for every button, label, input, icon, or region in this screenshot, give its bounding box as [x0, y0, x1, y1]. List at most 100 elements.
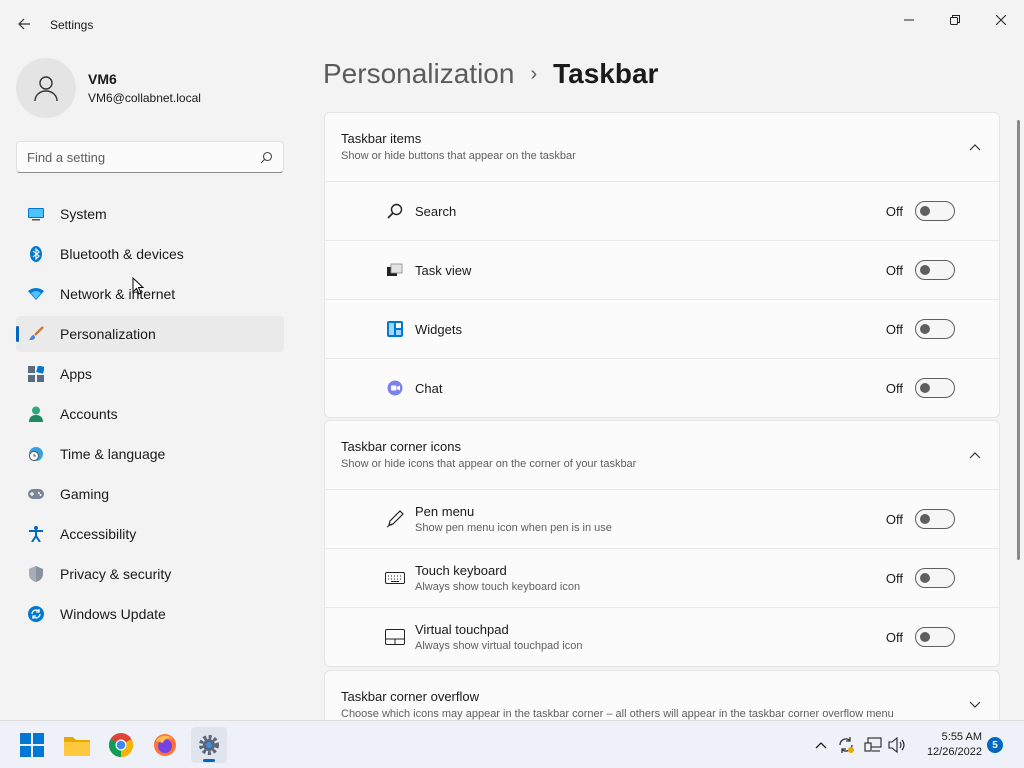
sidebar-item-network[interactable]: Network & internet — [16, 276, 284, 312]
chevron-down-icon[interactable] — [967, 697, 983, 713]
volume-tray-icon[interactable] — [887, 735, 907, 755]
sidebar-item-label: Apps — [60, 366, 92, 382]
clock[interactable]: 5:55 AM 12/26/2022 — [912, 730, 982, 760]
toggle-state-label: Off — [885, 570, 903, 586]
setting-row-chat: Chat Off — [325, 358, 999, 417]
firefox-icon — [154, 734, 176, 756]
sidebar-item-privacy[interactable]: Privacy & security — [16, 556, 284, 592]
sidebar-item-label: Windows Update — [60, 606, 166, 622]
sidebar-item-label: Gaming — [60, 486, 110, 502]
touch-keyboard-toggle[interactable] — [915, 568, 955, 588]
avatar — [16, 58, 76, 118]
group-description: Show or hide icons that appear on the co… — [341, 458, 637, 470]
sidebar-item-accessibility[interactable]: Accessibility — [16, 516, 284, 552]
shield-icon — [28, 566, 44, 582]
start-button[interactable] — [14, 727, 50, 763]
task-view-toggle[interactable] — [915, 260, 955, 280]
row-subtitle: Always show touch keyboard icon — [415, 581, 581, 593]
corner-icons-group: Taskbar corner icons Show or hide icons … — [324, 420, 1000, 667]
mouse-cursor-icon — [132, 277, 144, 295]
accessibility-icon — [28, 526, 44, 542]
settings-taskbar-button[interactable] — [191, 727, 227, 763]
minimize-icon — [904, 19, 914, 21]
row-subtitle: Show pen menu icon when pen is in use — [415, 522, 612, 534]
pen-menu-toggle[interactable] — [915, 509, 955, 529]
user-profile[interactable]: VM6 VM6@collabnet.local — [16, 58, 201, 118]
search-input[interactable] — [27, 149, 260, 165]
search-box[interactable] — [16, 141, 284, 173]
corner-overflow-header[interactable]: Taskbar corner overflow Choose which ico… — [325, 671, 999, 726]
chat-toggle[interactable] — [915, 378, 955, 398]
speaker-icon — [888, 737, 905, 753]
search-icon — [385, 201, 405, 221]
widgets-toggle[interactable] — [915, 319, 955, 339]
page-title: Taskbar — [553, 58, 659, 89]
scrollbar[interactable] — [1017, 120, 1020, 560]
file-explorer-button[interactable] — [59, 727, 95, 763]
sidebar-item-time-language[interactable]: Time & language — [16, 436, 284, 472]
back-button[interactable] — [10, 10, 38, 38]
group-description: Choose which icons may appear in the tas… — [341, 708, 894, 720]
sidebar-item-bluetooth[interactable]: Bluetooth & devices — [16, 236, 284, 272]
group-title: Taskbar corner overflow — [341, 689, 479, 704]
show-hidden-icons-button[interactable] — [811, 735, 831, 755]
bluetooth-icon — [28, 246, 44, 262]
sidebar-item-apps[interactable]: Apps — [16, 356, 284, 392]
minimize-button[interactable] — [886, 4, 932, 36]
clock-globe-icon — [28, 446, 44, 462]
person-icon — [34, 76, 58, 102]
sidebar-item-personalization[interactable]: Personalization — [16, 316, 284, 352]
close-icon — [996, 15, 1006, 25]
sidebar-item-accounts[interactable]: Accounts — [16, 396, 284, 432]
search-toggle[interactable] — [915, 201, 955, 221]
group-description: Show or hide buttons that appear on the … — [341, 150, 576, 162]
sidebar-item-label: Network & internet — [60, 286, 176, 302]
chevron-up-icon[interactable] — [967, 139, 983, 155]
folder-icon — [64, 737, 90, 756]
notification-badge[interactable]: 5 — [987, 737, 1003, 753]
breadcrumb: Personalization › Taskbar — [323, 58, 658, 90]
sync-tray-icon[interactable] — [836, 735, 856, 755]
setting-row-task-view: Task view Off — [325, 240, 999, 299]
sidebar-item-gaming[interactable]: Gaming — [16, 476, 284, 512]
taskbar-items-group: Taskbar items Show or hide buttons that … — [324, 112, 1000, 418]
group-title: Taskbar items — [341, 131, 422, 146]
virtual-touchpad-toggle[interactable] — [915, 627, 955, 647]
row-title: Virtual touchpad — [415, 622, 509, 637]
taskbar-items-header[interactable]: Taskbar items Show or hide buttons that … — [325, 113, 999, 181]
row-title: Search — [415, 203, 457, 219]
close-button[interactable] — [978, 4, 1024, 36]
sidebar-item-label: System — [60, 206, 107, 222]
sidebar-item-system[interactable]: System — [16, 196, 284, 232]
restore-icon — [950, 15, 960, 25]
breadcrumb-parent[interactable]: Personalization — [323, 58, 514, 90]
row-title: Chat — [415, 380, 443, 396]
row-subtitle: Always show virtual touchpad icon — [415, 640, 583, 652]
profile-name: VM6 — [88, 71, 117, 87]
restore-button[interactable] — [932, 4, 978, 36]
taskbar: 5:55 AM 12/26/2022 5 — [0, 720, 1024, 768]
setting-row-widgets: Widgets Off — [325, 299, 999, 358]
chat-icon — [385, 378, 405, 398]
corner-overflow-group: Taskbar corner overflow Choose which ico… — [324, 670, 1000, 726]
sidebar-nav: System Bluetooth & devices Network & int… — [16, 196, 284, 636]
sidebar-item-label: Time & language — [60, 446, 166, 462]
firefox-button[interactable] — [147, 727, 183, 763]
corner-icons-header[interactable]: Taskbar corner icons Show or hide icons … — [325, 421, 999, 489]
sidebar-item-label: Personalization — [60, 326, 156, 342]
touchpad-icon — [385, 627, 405, 647]
windows-logo-icon — [20, 733, 44, 757]
search-icon — [260, 151, 273, 163]
chevron-up-icon[interactable] — [967, 447, 983, 463]
setting-row-pen-menu: Pen menu Show pen menu icon when pen is … — [325, 489, 999, 548]
sidebar-item-label: Accessibility — [60, 526, 137, 542]
breadcrumb-separator: › — [530, 62, 538, 85]
person-icon — [28, 406, 44, 422]
profile-email: VM6@collabnet.local — [88, 91, 201, 105]
chrome-button[interactable] — [103, 727, 139, 763]
setting-row-search: Search Off — [325, 181, 999, 240]
sync-icon — [839, 737, 854, 753]
app-title: Settings — [50, 18, 94, 32]
sidebar-item-windows-update[interactable]: Windows Update — [16, 596, 284, 632]
network-tray-icon[interactable] — [863, 735, 883, 755]
